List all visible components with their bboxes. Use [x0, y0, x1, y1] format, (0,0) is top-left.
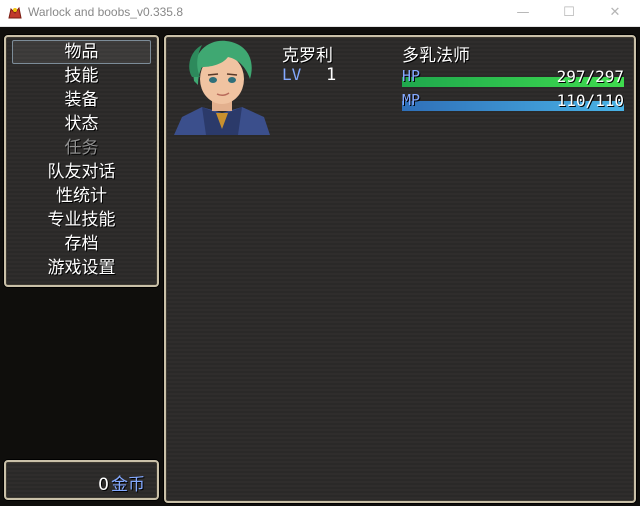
actor-portrait: [174, 40, 270, 135]
mp-value: 110/110: [556, 91, 624, 110]
actor-class: 多乳法师: [402, 46, 470, 66]
menu-item-6[interactable]: 性统计: [6, 184, 157, 208]
menu-item-0[interactable]: 物品: [12, 40, 151, 64]
menu-item-4[interactable]: 任务: [6, 136, 157, 160]
hp-label: HP: [402, 67, 421, 85]
minimize-button[interactable]: —: [500, 0, 546, 26]
main-menu-window: 物品 技能 装备 状态 任务 队友对话 性统计 专业技能 存档 游戏设置: [4, 35, 159, 287]
hp-gauge: HP 297/297: [402, 67, 624, 89]
menu-item-8[interactable]: 存档: [6, 232, 157, 256]
menu-item-2[interactable]: 装备: [6, 88, 157, 112]
hp-value: 297/297: [556, 67, 624, 86]
menu-item-3[interactable]: 状态: [6, 112, 157, 136]
gold-window: 0 金币: [4, 460, 159, 500]
gold-unit: 金币: [111, 475, 145, 495]
level-label: LV: [282, 65, 302, 84]
menu-item-1[interactable]: 技能: [6, 64, 157, 88]
mp-label: MP: [402, 91, 421, 109]
gold-display: 0 金币: [98, 470, 145, 495]
app-icon: [8, 6, 22, 19]
level-value: 1: [326, 65, 337, 85]
gold-amount: 0: [98, 475, 109, 495]
menu-item-9[interactable]: 游戏设置: [6, 256, 157, 280]
window-title: Warlock and boobs_v0.335.8: [28, 5, 183, 19]
maximize-button[interactable]: ☐: [546, 0, 592, 26]
menu-item-7[interactable]: 专业技能: [6, 208, 157, 232]
game-screen: 物品 技能 装备 状态 任务 队友对话 性统计 专业技能 存档 游戏设置 0 金币: [0, 27, 640, 506]
actor-name: 克罗利: [282, 46, 333, 66]
close-button[interactable]: ✕: [592, 0, 638, 26]
title-bar: Warlock and boobs_v0.335.8 — ☐ ✕: [0, 0, 640, 27]
actor-status-window: 克罗利 多乳法师 LV 1 HP 297/297 MP 110/110: [164, 35, 636, 503]
mp-gauge: MP 110/110: [402, 91, 624, 113]
menu-list: 物品 技能 装备 状态 任务 队友对话 性统计 专业技能 存档 游戏设置: [6, 40, 157, 280]
menu-item-5[interactable]: 队友对话: [6, 160, 157, 184]
